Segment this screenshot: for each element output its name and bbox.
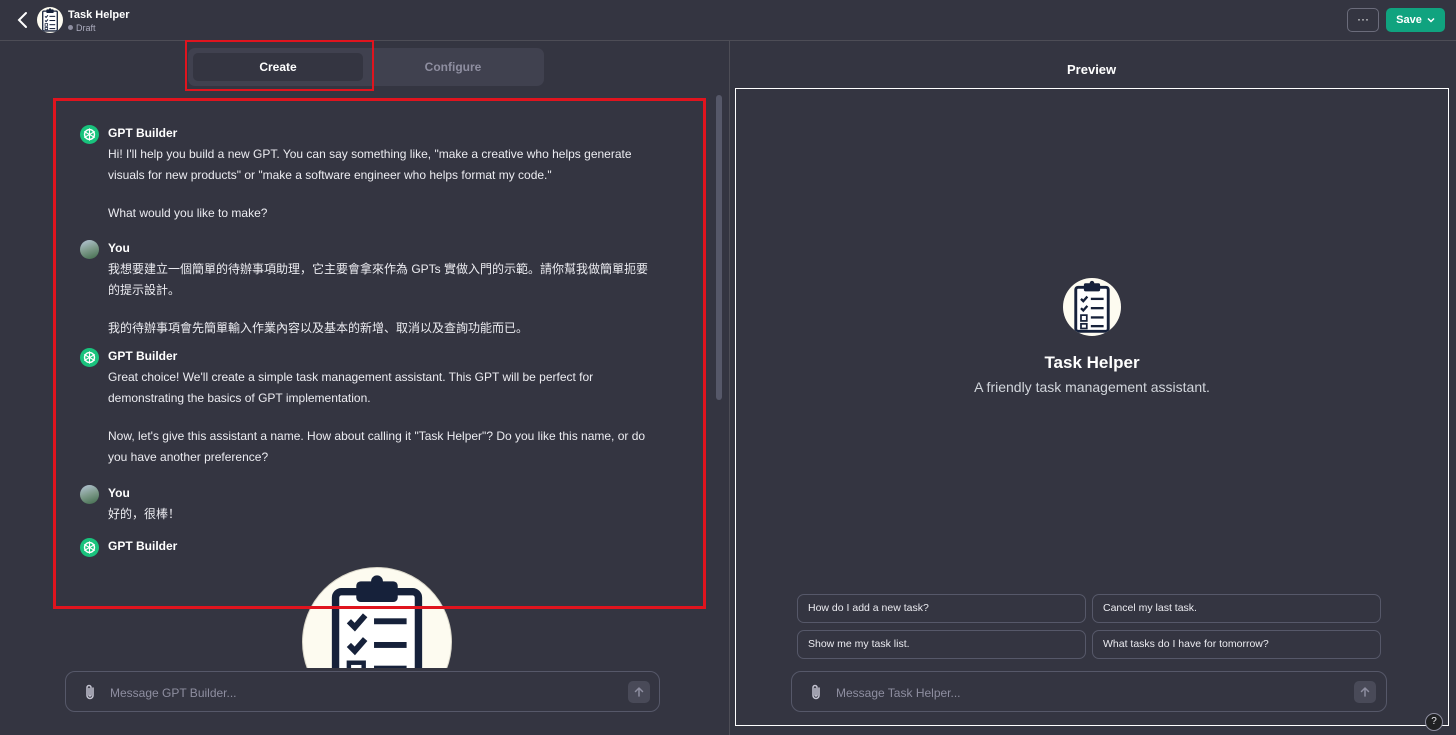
conversation-starter[interactable]: What tasks do I have for tomorrow? (1092, 630, 1381, 659)
tab-configure[interactable]: Configure (368, 53, 538, 81)
gpt-avatar (37, 7, 63, 33)
conversation-starter[interactable]: How do I add a new task? (797, 594, 1086, 623)
draft-status: Draft (68, 23, 96, 33)
preview-message-input[interactable] (834, 681, 1338, 705)
chevron-down-icon (1427, 17, 1435, 23)
arrow-up-icon (1359, 686, 1371, 698)
preview-send-button[interactable] (1354, 681, 1376, 703)
more-options-button[interactable]: ··· (1347, 8, 1379, 32)
preview-gpt-description: A friendly task management assistant. (974, 379, 1210, 395)
back-arrow-icon[interactable] (14, 10, 32, 30)
preview-gpt-name: Task Helper (1044, 353, 1140, 372)
builder-send-button[interactable] (628, 681, 650, 703)
clipboard-icon (1063, 278, 1121, 336)
clipboard-icon (37, 7, 63, 33)
paperclip-icon[interactable] (82, 683, 98, 701)
highlight-box-chat (53, 98, 706, 609)
draft-status-label: Draft (76, 23, 96, 33)
paperclip-icon[interactable] (808, 683, 824, 701)
preview-composer (791, 671, 1387, 712)
builder-composer (65, 671, 660, 712)
preview-gpt-avatar (1063, 278, 1121, 336)
builder-message-input[interactable] (108, 681, 612, 705)
save-button[interactable]: Save (1386, 8, 1445, 32)
conversation-starter[interactable]: Show me my task list. (797, 630, 1086, 659)
status-dot-icon (68, 25, 73, 30)
help-button[interactable]: ? (1425, 713, 1443, 731)
preview-title: Preview (1067, 62, 1117, 77)
arrow-up-icon (633, 686, 645, 698)
top-bar: Task Helper Draft ··· Save (0, 0, 1456, 41)
gpt-title: Task Helper (68, 9, 130, 21)
conversation-starter[interactable]: Cancel my last task. (1092, 594, 1381, 623)
save-button-label: Save (1396, 14, 1422, 26)
highlight-box-tab (185, 40, 374, 91)
chat-scrollbar[interactable] (716, 95, 722, 400)
